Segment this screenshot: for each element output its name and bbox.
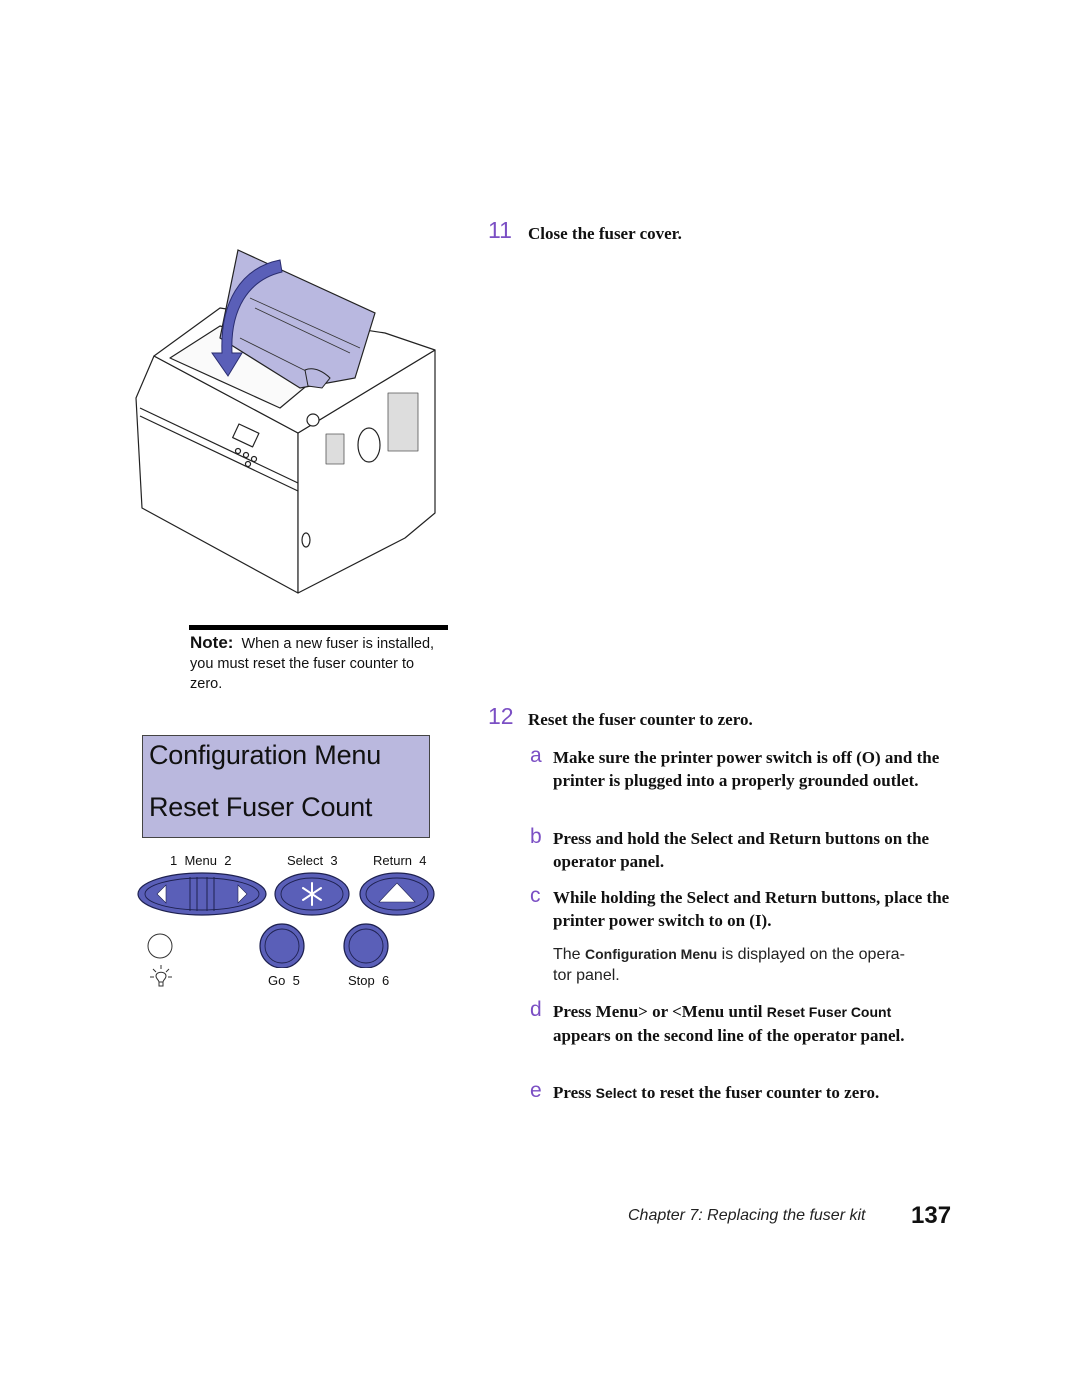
return-button[interactable] <box>359 872 435 916</box>
stop-button[interactable] <box>343 923 389 968</box>
note: Note: When a new fuser is installed, you … <box>190 633 450 694</box>
page-number: 137 <box>911 1202 952 1229</box>
substep-letter-b: b <box>530 825 542 848</box>
operator-panel-buttons <box>137 872 435 968</box>
note-label: Note: <box>190 633 234 652</box>
select-button[interactable] <box>274 872 350 916</box>
footer-chapter-title: Chapter 7: Replacing the fuser kit <box>628 1207 866 1224</box>
stop-button-label: Stop 6 <box>348 973 390 988</box>
result-text-line2: tor panel. <box>553 967 620 984</box>
substep-d-text-post: appears on the second line of the operat… <box>553 1026 905 1045</box>
go-button-label: Go 5 <box>268 973 300 988</box>
substep-a-text: Make sure the printer power switch is of… <box>553 748 940 790</box>
select-button-label: Select 3 <box>287 853 338 868</box>
substep-letter-d: d <box>530 998 542 1021</box>
go-button[interactable] <box>259 923 305 968</box>
indicator-light <box>147 933 173 959</box>
step-12-text: Reset the fuser counter to zero. <box>528 710 753 729</box>
substep-d-text: Press Menu> or <Menu until Reset Fuser C… <box>553 1000 953 1047</box>
display-line-2: Reset Fuser Count <box>149 792 373 822</box>
light-bulb-icon <box>150 965 172 987</box>
result-text-pre: The <box>553 946 586 963</box>
substep-d-term: Reset Fuser Count <box>766 1004 892 1020</box>
step-number-11: 11 <box>488 217 512 243</box>
substep-c-text: While holding the Select and Return butt… <box>553 888 950 930</box>
substep-b-text: Press and hold the Select and Return but… <box>553 829 930 871</box>
substep-letter-e: e <box>530 1079 542 1102</box>
result-text-post: is displayed on the opera- <box>717 946 905 963</box>
operator-panel-display: Configuration Menu Reset Fuser Count <box>142 735 430 838</box>
substep-letter-c: c <box>530 884 541 907</box>
return-button-label: Return 4 <box>373 853 427 868</box>
menu-button-label: 1 Menu 2 <box>170 853 232 868</box>
display-line-1: Configuration Menu <box>149 740 382 770</box>
substep-e-term: Select <box>595 1085 637 1101</box>
step-number-12: 12 <box>488 703 514 729</box>
substep-c-result: The Configuration Menu is displayed on t… <box>553 944 963 986</box>
substep-e-text-pre: Press <box>553 1083 596 1102</box>
substep-d-text-pre: Press Menu> or <Menu until <box>553 1002 767 1021</box>
menu-button[interactable] <box>137 872 267 916</box>
substep-e-text-post: to reset the fuser counter to zero. <box>636 1083 880 1102</box>
substep-e-text: Press Select to reset the fuser counter … <box>553 1081 963 1105</box>
note-divider <box>189 625 448 630</box>
printer-illustration <box>135 249 436 594</box>
result-term: Configuration Menu <box>585 946 718 962</box>
substep-letter-a: a <box>530 744 542 767</box>
step-11-text: Close the fuser cover. <box>528 224 682 243</box>
